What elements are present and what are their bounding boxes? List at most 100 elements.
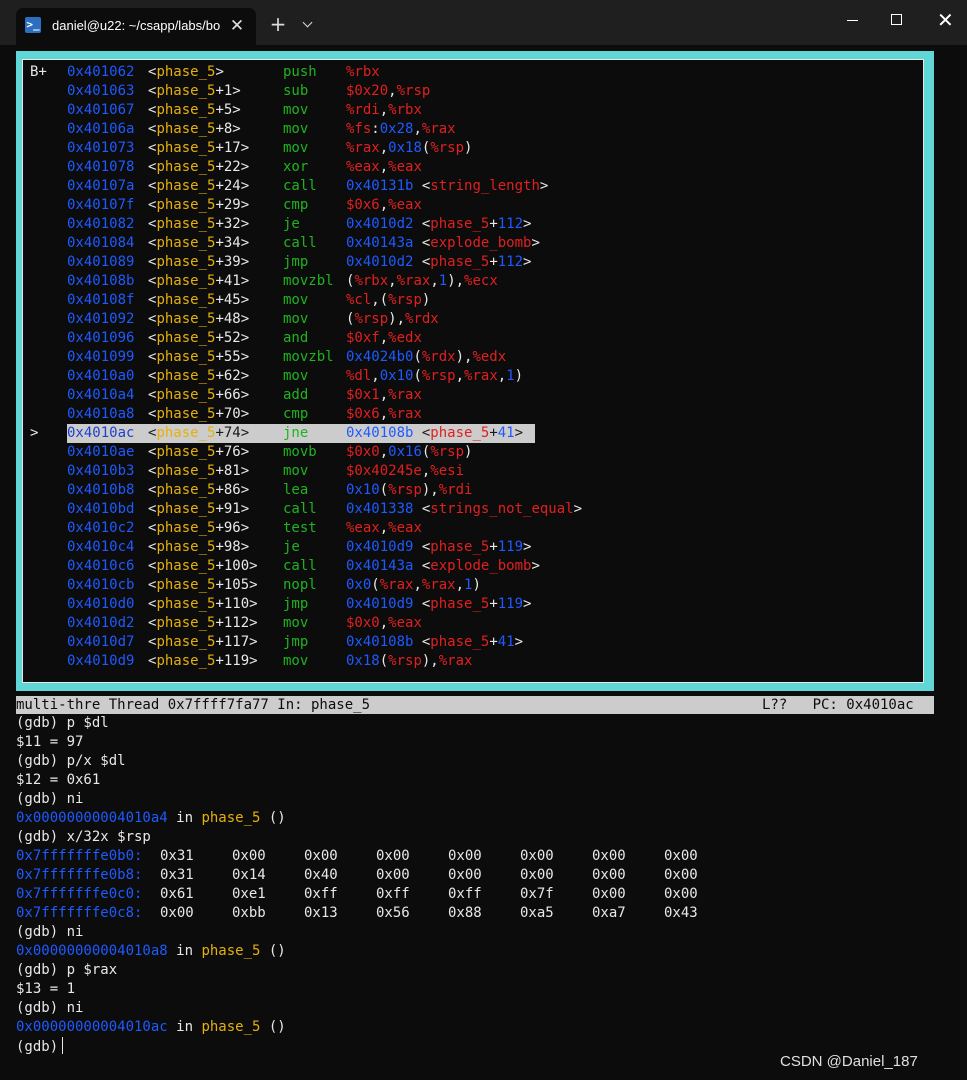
console-line: (gdb) p $dl [16,715,109,731]
asm-mnemonic: mov [283,121,309,137]
memory-byte: 0xbb [232,905,266,921]
maximize-button[interactable] [874,0,920,40]
asm-address: 0x401078 [67,159,135,175]
asm-mnemonic: jmp [283,254,309,270]
asm-address: 0x4010bd [67,501,135,517]
asm-symbol: <phase_5+70> [148,406,250,422]
memory-byte: 0x00 [664,848,698,864]
asm-symbol: <phase_5+66> [148,387,250,403]
asm-address: 0x401092 [67,311,135,327]
asm-operands: 0x0(%rax,%rax,1) [346,577,481,593]
asm-symbol: <phase_5+119> [148,653,258,669]
asm-operands: $0x6,%rax [346,406,422,422]
asm-mnemonic: movzbl [283,273,334,289]
memory-byte: 0x31 [160,848,194,864]
asm-symbol: <phase_5+110> [148,596,258,612]
asm-line: 0x401078 <phase_5+22> xor %eax,%eax [29,158,919,177]
asm-line: 0x40106a <phase_5+8> mov %fs:0x28,%rax [29,120,919,139]
asm-operands: 0x10(%rsp),%rdi [346,482,473,498]
close-window-button[interactable]: ✕ [920,0,966,40]
asm-symbol: <phase_5+45> [148,292,250,308]
asm-mnemonic: mov [283,102,309,118]
asm-symbol: <phase_5+74> [148,425,250,441]
asm-symbol: <phase_5+117> [148,634,258,650]
console-location-line: 0x00000000004010a4 in phase_5 () [16,810,286,826]
memory-byte: 0x00 [304,848,338,864]
asm-symbol: <phase_5+62> [148,368,250,384]
memory-byte: 0x88 [448,905,482,921]
prompt-text: (gdb) [16,1039,59,1055]
asm-operands: $0x40245e,%esi [346,463,465,479]
asm-line: 0x4010d0 <phase_5+110> jmp 0x4010d9 <phase_… [29,595,919,614]
asm-address: 0x401082 [67,216,135,232]
asm-address: 0x401096 [67,330,135,346]
asm-operands: %rdi,%rbx [346,102,422,118]
asm-listing[interactable]: B+ 0x401062 <phase_5> push %rbx 0x401063 <phas… [22,59,924,683]
asm-symbol: <phase_5+91> [148,501,250,517]
asm-symbol: <phase_5+22> [148,159,250,175]
asm-operands: 0x40108b <phase_5+41> [346,634,524,650]
asm-mnemonic: mov [283,615,309,631]
asm-address: 0x4010c2 [67,520,135,536]
tab-close-icon[interactable]: ✕ [226,15,248,37]
asm-symbol: <phase_5> [148,64,224,80]
asm-line: 0x401089 <phase_5+39> jmp 0x4010d2 <phase_5… [29,253,919,272]
asm-mnemonic: call [283,558,317,574]
terminal-area[interactable]: B+ 0x401062 <phase_5> push %rbx 0x401063 <phas… [0,45,967,1080]
asm-symbol: <phase_5+5> [148,102,241,118]
asm-mnemonic: movb [283,444,317,460]
memory-dump-row: 0x7fffffffe0b0: 0x31 0x00 0x00 0x00 0x00 0x00 0… [16,847,946,866]
asm-symbol: <phase_5+55> [148,349,250,365]
memory-byte: 0x31 [160,867,194,883]
asm-line: 0x4010a8 <phase_5+70> cmp $0x6,%rax [29,405,919,424]
asm-mnemonic: mov [283,463,309,479]
console-line: (gdb) p/x $dl [16,753,126,769]
asm-symbol: <phase_5+52> [148,330,250,346]
terminal-tab[interactable]: >_ daniel@u22: ~/csapp/labs/bo ✕ [16,8,256,45]
asm-line: 0x4010a0 <phase_5+62> mov %dl,0x10(%rsp,%ra… [29,367,919,386]
asm-operands: 0x4010d9 <phase_5+119> [346,596,532,612]
asm-symbol: <phase_5+98> [148,539,250,555]
asm-line: 0x401092 <phase_5+48> mov (%rsp),%rdx [29,310,919,329]
asm-address: 0x4010cb [67,577,135,593]
asm-operands: %fs:0x28,%rax [346,121,456,137]
console-location-line: 0x00000000004010ac in phase_5 () [16,1019,286,1035]
status-thread-info: multi-thre Thread 0x7ffff7fa77 In: phase… [16,697,371,713]
memory-address: 0x7fffffffe0c0: [16,886,143,902]
memory-byte: 0xa5 [520,905,554,921]
asm-operands: $0xf,%edx [346,330,422,346]
asm-address: 0x4010c6 [67,558,135,574]
asm-operands: %cl,(%rsp) [346,292,431,308]
asm-address: 0x40108b [67,273,135,289]
text-cursor [62,1037,64,1054]
asm-mnemonic: movzbl [283,349,334,365]
console-line: (gdb) x/32x $rsp [16,829,151,845]
asm-mnemonic: jmp [283,634,309,650]
asm-mnemonic: xor [283,159,309,175]
asm-mnemonic: mov [283,140,309,156]
console-line: (gdb) ni [16,791,84,807]
chevron-down-icon[interactable] [296,11,318,37]
window-title-bar[interactable]: >_ daniel@u22: ~/csapp/labs/bo ✕ + ✕ [0,0,967,45]
asm-symbol: <phase_5+81> [148,463,250,479]
new-tab-button[interactable]: + [265,11,291,37]
asm-operands: $0x6,%eax [346,197,422,213]
asm-address: 0x4010a4 [67,387,135,403]
asm-address: 0x4010b3 [67,463,135,479]
asm-address: 0x401062 [67,64,135,80]
asm-operands: $0x1,%rax [346,387,422,403]
current-line-marker: > [30,425,39,441]
asm-line: 0x4010c6 <phase_5+100> call 0x40143a <explo… [29,557,919,576]
asm-line: 0x4010c2 <phase_5+96> test %eax,%eax [29,519,919,538]
memory-byte: 0x00 [160,905,194,921]
asm-mnemonic: and [283,330,309,346]
minimize-button[interactable] [829,0,875,40]
memory-byte: 0x00 [232,848,266,864]
gdb-tui-asm-window: B+ 0x401062 <phase_5> push %rbx 0x401063 <phas… [16,51,934,691]
asm-operands: 0x4010d2 <phase_5+112> [346,216,532,232]
asm-mnemonic: mov [283,311,309,327]
asm-symbol: <phase_5+112> [148,615,258,631]
asm-address: 0x40106a [67,121,135,137]
asm-address: 0x4010d7 [67,634,135,650]
terminal-prompt-icon: >_ [25,17,41,33]
